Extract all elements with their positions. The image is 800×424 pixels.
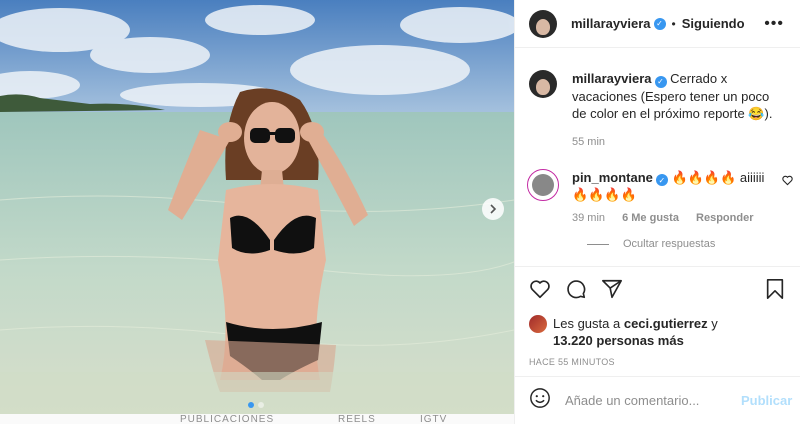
comment-likes[interactable]: 6 Me gusta (622, 212, 679, 224)
comment-icon (567, 280, 586, 299)
carousel-dot (258, 402, 264, 408)
post-side-panel: millarayviera ✓ • Siguiendo ••• millaray… (514, 0, 800, 424)
following-button[interactable]: Siguiendo (682, 16, 745, 31)
liker-avatar[interactable] (529, 315, 547, 333)
heart-icon (530, 280, 550, 299)
reply-button[interactable]: Responder (696, 212, 753, 224)
caption-avatar[interactable] (529, 70, 557, 98)
publish-button[interactable]: Publicar (741, 393, 792, 408)
tab-publicaciones[interactable]: PUBLICACIONES (180, 414, 274, 424)
likes-connector: y (711, 316, 718, 331)
comment-like-icon[interactable] (782, 175, 793, 189)
post-actions: Les gusta a ceci.gutierrez y 13.220 pers… (515, 266, 800, 376)
replies-divider (587, 243, 609, 245)
post-timestamp[interactable]: HACE 55 MINUTOS (529, 357, 785, 367)
carousel-indicator (248, 402, 264, 408)
author-username[interactable]: millarayviera (571, 16, 651, 31)
caption-time[interactable]: 55 min (572, 136, 605, 148)
comment-input[interactable] (565, 393, 741, 408)
comment-time[interactable]: 39 min (572, 212, 605, 224)
more-options-icon[interactable]: ••• (764, 15, 784, 33)
post-photo: PUBLICACIONES REELS IGTV (0, 0, 514, 424)
share-icon (602, 279, 622, 299)
commenter-photo (532, 173, 554, 196)
comment-body: pin_montane ✓ 🔥🔥🔥🔥 aiiiiii🔥🔥🔥🔥 39 min 6 M… (572, 169, 772, 228)
post-header: millarayviera ✓ • Siguiendo ••• (515, 0, 800, 48)
verified-icon: ✓ (653, 17, 666, 30)
profile-tabs-behind: PUBLICACIONES REELS IGTV (0, 414, 514, 424)
tab-igtv[interactable]: IGTV (420, 414, 447, 424)
like-button[interactable] (529, 278, 551, 300)
caption-meta: 55 min (572, 134, 785, 151)
comment-username[interactable]: pin_montane (572, 170, 653, 185)
caption-body: millarayviera ✓ Cerrado x vacaciones (Esp… (572, 70, 785, 151)
comment-meta: 39 min 6 Me gusta Responder (572, 210, 772, 227)
likes-text: Les gusta a ceci.gutierrez y 13.220 pers… (553, 315, 718, 349)
likes-count[interactable]: 13.220 personas más (553, 333, 684, 348)
liker-username[interactable]: ceci.gutierrez (624, 316, 708, 331)
action-icons (529, 267, 785, 311)
likes-prefix: Les gusta a (553, 316, 621, 331)
verified-icon: ✓ (655, 174, 668, 186)
caption-username[interactable]: millarayviera (572, 71, 652, 86)
hide-replies-link[interactable]: Ocultar respuestas (587, 238, 785, 250)
commenter-avatar[interactable] (527, 168, 559, 201)
next-photo-button[interactable] (482, 198, 504, 220)
beach-photo-illustration (0, 0, 514, 424)
header-separator: • (671, 16, 676, 31)
comments-section: millarayviera ✓ Cerrado x vacaciones (Esp… (515, 48, 800, 266)
carousel-dot-active (248, 402, 254, 408)
author-avatar[interactable] (529, 9, 557, 38)
emoji-icon (530, 388, 550, 408)
verified-icon: ✓ (654, 75, 667, 88)
heart-icon (782, 175, 793, 185)
comment-button[interactable] (565, 278, 587, 300)
tab-reels[interactable]: REELS (338, 414, 376, 424)
instagram-post-modal: PUBLICACIONES REELS IGTV millarayviera ✓… (0, 0, 800, 424)
likes-summary: Les gusta a ceci.gutierrez y 13.220 pers… (529, 315, 785, 349)
save-button[interactable] (765, 278, 785, 300)
comment-composer: Publicar (515, 376, 800, 424)
chevron-right-icon (490, 204, 497, 214)
caption: millarayviera ✓ Cerrado x vacaciones (Esp… (529, 70, 785, 151)
hide-replies-label[interactable]: Ocultar respuestas (623, 238, 715, 250)
share-button[interactable] (601, 278, 623, 300)
emoji-button[interactable] (529, 387, 551, 414)
bookmark-icon (766, 279, 784, 299)
comment-row: pin_montane ✓ 🔥🔥🔥🔥 aiiiiii🔥🔥🔥🔥 39 min 6 M… (527, 168, 793, 228)
